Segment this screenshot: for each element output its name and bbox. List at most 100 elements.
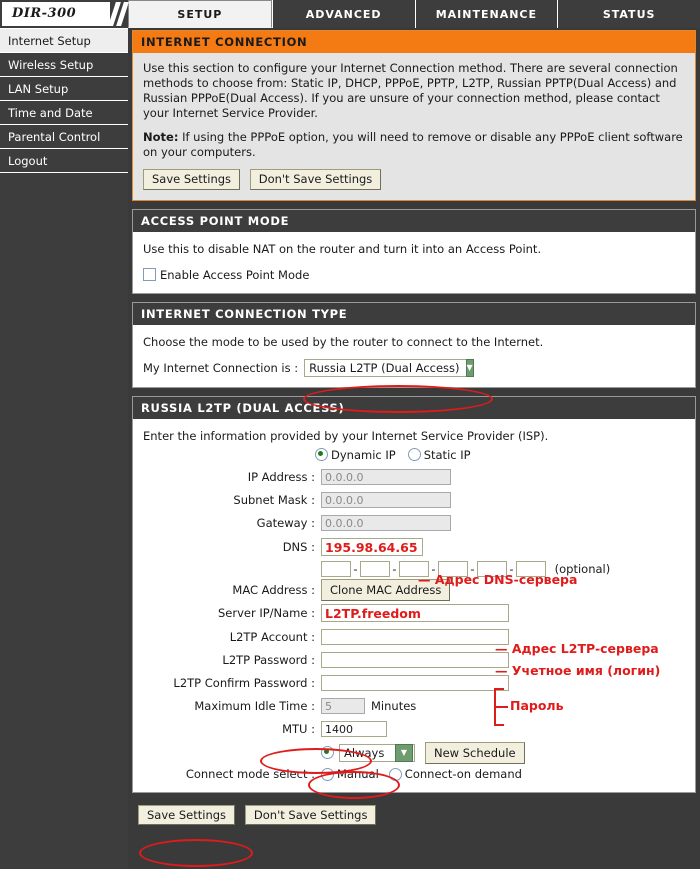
mac-separator: - [392,561,397,576]
connect-mode-on-demand-label: Connect-on demand [404,767,522,781]
footer-buttons: Save Settings Don't Save Settings [132,801,696,825]
sidebar-item-internet-setup[interactable]: Internet Setup [0,29,128,53]
internet-connection-body: Use this section to configure your Inter… [133,53,695,200]
confirm-password-input[interactable] [321,674,509,691]
password-row: L2TP Password : [143,648,685,671]
mac-octet-4[interactable] [438,561,468,578]
highlight-oval-save-settings [139,839,253,867]
confirm-password-label: L2TP Confirm Password : [173,675,315,690]
access-point-mode-description: Use this to disable NAT on the router an… [143,242,542,256]
mac-separator: - [509,561,514,576]
internet-connection-buttons: Save Settings Don't Save Settings [143,169,685,190]
sidebar-item-parental-control[interactable]: Parental Control [0,125,128,149]
idle-time-input[interactable]: 5 [321,697,365,714]
account-row: L2TP Account : [143,625,685,648]
enable-access-point-row[interactable]: Enable Access Point Mode [143,267,685,283]
mtu-label: MTU : [282,722,315,736]
chevron-down-icon: ▼ [395,743,413,762]
note-text: If using the PPPoE option, you will need… [143,130,683,159]
static-ip-radio[interactable] [407,448,421,461]
password-label: L2TP Password : [222,652,315,667]
dont-save-settings-button-top[interactable]: Don't Save Settings [249,169,382,190]
gateway-row: Gateway : 0.0.0.0 [143,511,685,534]
internet-connection-title: INTERNET CONNECTION [133,31,695,53]
tab-status[interactable]: STATUS [557,0,700,28]
dynamic-ip-label: Dynamic IP [331,447,396,462]
mac-separator: - [353,561,358,576]
ip-address-label: IP Address : [247,469,315,484]
account-input[interactable] [321,628,509,645]
mac-octet-3[interactable] [399,561,429,578]
sidebar-item-lan-setup[interactable]: LAN Setup [0,77,128,101]
russia-l2tp-body: Enter the information provided by your I… [133,419,695,792]
brand-logo: DIR-300 [0,0,129,28]
mac-address-row: - - - - - (optional) [143,559,685,579]
connection-type-select[interactable]: Russia L2TP (Dual Access) ▼ [304,359,474,377]
save-settings-button-bottom[interactable]: Save Settings [138,805,236,825]
server-input[interactable]: L2TP.freedom [321,604,509,622]
russia-l2tp-panel: RUSSIA L2TP (DUAL ACCESS) Enter the info… [132,396,696,793]
mac-optional-label: (optional) [554,561,611,576]
mac-octets: - - - - - (optional) [321,561,610,578]
connect-mode-always-row: Always ▼ New Schedule [143,741,685,764]
sidebar-item-wireless-setup[interactable]: Wireless Setup [0,53,128,77]
enable-access-point-label: Enable Access Point Mode [160,268,310,282]
dns-row: DNS : 195.98.64.65 [143,534,685,559]
mtu-row: MTU : 1400 [143,717,685,741]
idle-time-label: Maximum Idle Time : [194,698,315,713]
tab-maintenance[interactable]: MAINTENANCE [414,0,558,28]
logo-text: DIR-300 [12,6,77,21]
dont-save-settings-button-bottom[interactable]: Don't Save Settings [244,805,377,825]
mac-octet-1[interactable] [321,561,351,578]
connect-mode-options-row: Connect mode select : Manual Connect-on … [143,764,685,784]
sidebar-item-time-and-date[interactable]: Time and Date [0,101,128,125]
connect-mode-on-demand-radio[interactable] [388,767,402,781]
app-header: DIR-300 SETUP ADVANCED MAINTENANCE STATU… [0,0,700,28]
internet-connection-paragraph: Use this section to configure your Inter… [143,61,678,120]
note-label: Note: [143,130,179,144]
connect-mode-select[interactable]: Always ▼ [339,743,415,762]
internet-connection-type-panel: INTERNET CONNECTION TYPE Choose the mode… [132,302,696,388]
sidebar-item-logout[interactable]: Logout [0,149,128,173]
mac-octet-2[interactable] [360,561,390,578]
new-schedule-button[interactable]: New Schedule [425,741,525,764]
connect-mode-manual-radio[interactable] [321,767,334,781]
internet-connection-type-body: Choose the mode to be used by the router… [133,325,695,387]
server-row: Server IP/Name : L2TP.freedom [143,601,685,625]
connect-mode-selected-value: Always [344,745,385,760]
mac-octet-6[interactable] [516,561,546,578]
gateway-label: Gateway : [256,515,315,530]
save-settings-button-top[interactable]: Save Settings [143,169,241,190]
static-ip-label: Static IP [423,447,471,462]
sidebar: Internet Setup Wireless Setup LAN Setup … [0,28,128,869]
mac-octet-5[interactable] [477,561,507,578]
tab-advanced[interactable]: ADVANCED [271,0,415,28]
russia-l2tp-title: RUSSIA L2TP (DUAL ACCESS) [133,397,695,419]
account-label: L2TP Account : [229,629,315,644]
dns-input[interactable]: 195.98.64.65 [321,537,423,556]
mtu-input[interactable]: 1400 [321,721,387,737]
internet-connection-panel: INTERNET CONNECTION Use this section to … [132,30,696,201]
idle-time-units: Minutes [371,698,417,713]
subnet-mask-label: Subnet Mask : [233,492,315,507]
tab-setup[interactable]: SETUP [128,0,272,28]
subnet-mask-input[interactable]: 0.0.0.0 [321,491,451,508]
confirm-password-row: L2TP Confirm Password : [143,671,685,694]
password-input[interactable] [321,651,509,668]
ip-address-row: IP Address : 0.0.0.0 [143,465,685,488]
mac-address-label: MAC Address : [232,583,315,597]
connect-mode-manual-label: Manual [337,767,379,781]
enable-access-point-checkbox[interactable] [143,268,156,281]
clone-mac-address-button[interactable]: Clone MAC Address [321,579,451,601]
dynamic-ip-radio[interactable] [315,448,328,461]
connect-mode-always-radio[interactable] [321,746,334,759]
connect-mode-label: Connect mode select : [185,767,315,781]
chevron-down-icon: ▼ [465,359,474,377]
dns-label: DNS : [282,539,315,554]
connection-select-row: My Internet Connection is : Russia L2TP … [143,359,685,377]
server-label: Server IP/Name : [217,606,315,620]
mac-separator: - [431,561,436,576]
gateway-input[interactable]: 0.0.0.0 [321,514,451,531]
ip-mode-row: Dynamic IP Static IP [143,444,685,465]
ip-address-input[interactable]: 0.0.0.0 [321,468,451,485]
